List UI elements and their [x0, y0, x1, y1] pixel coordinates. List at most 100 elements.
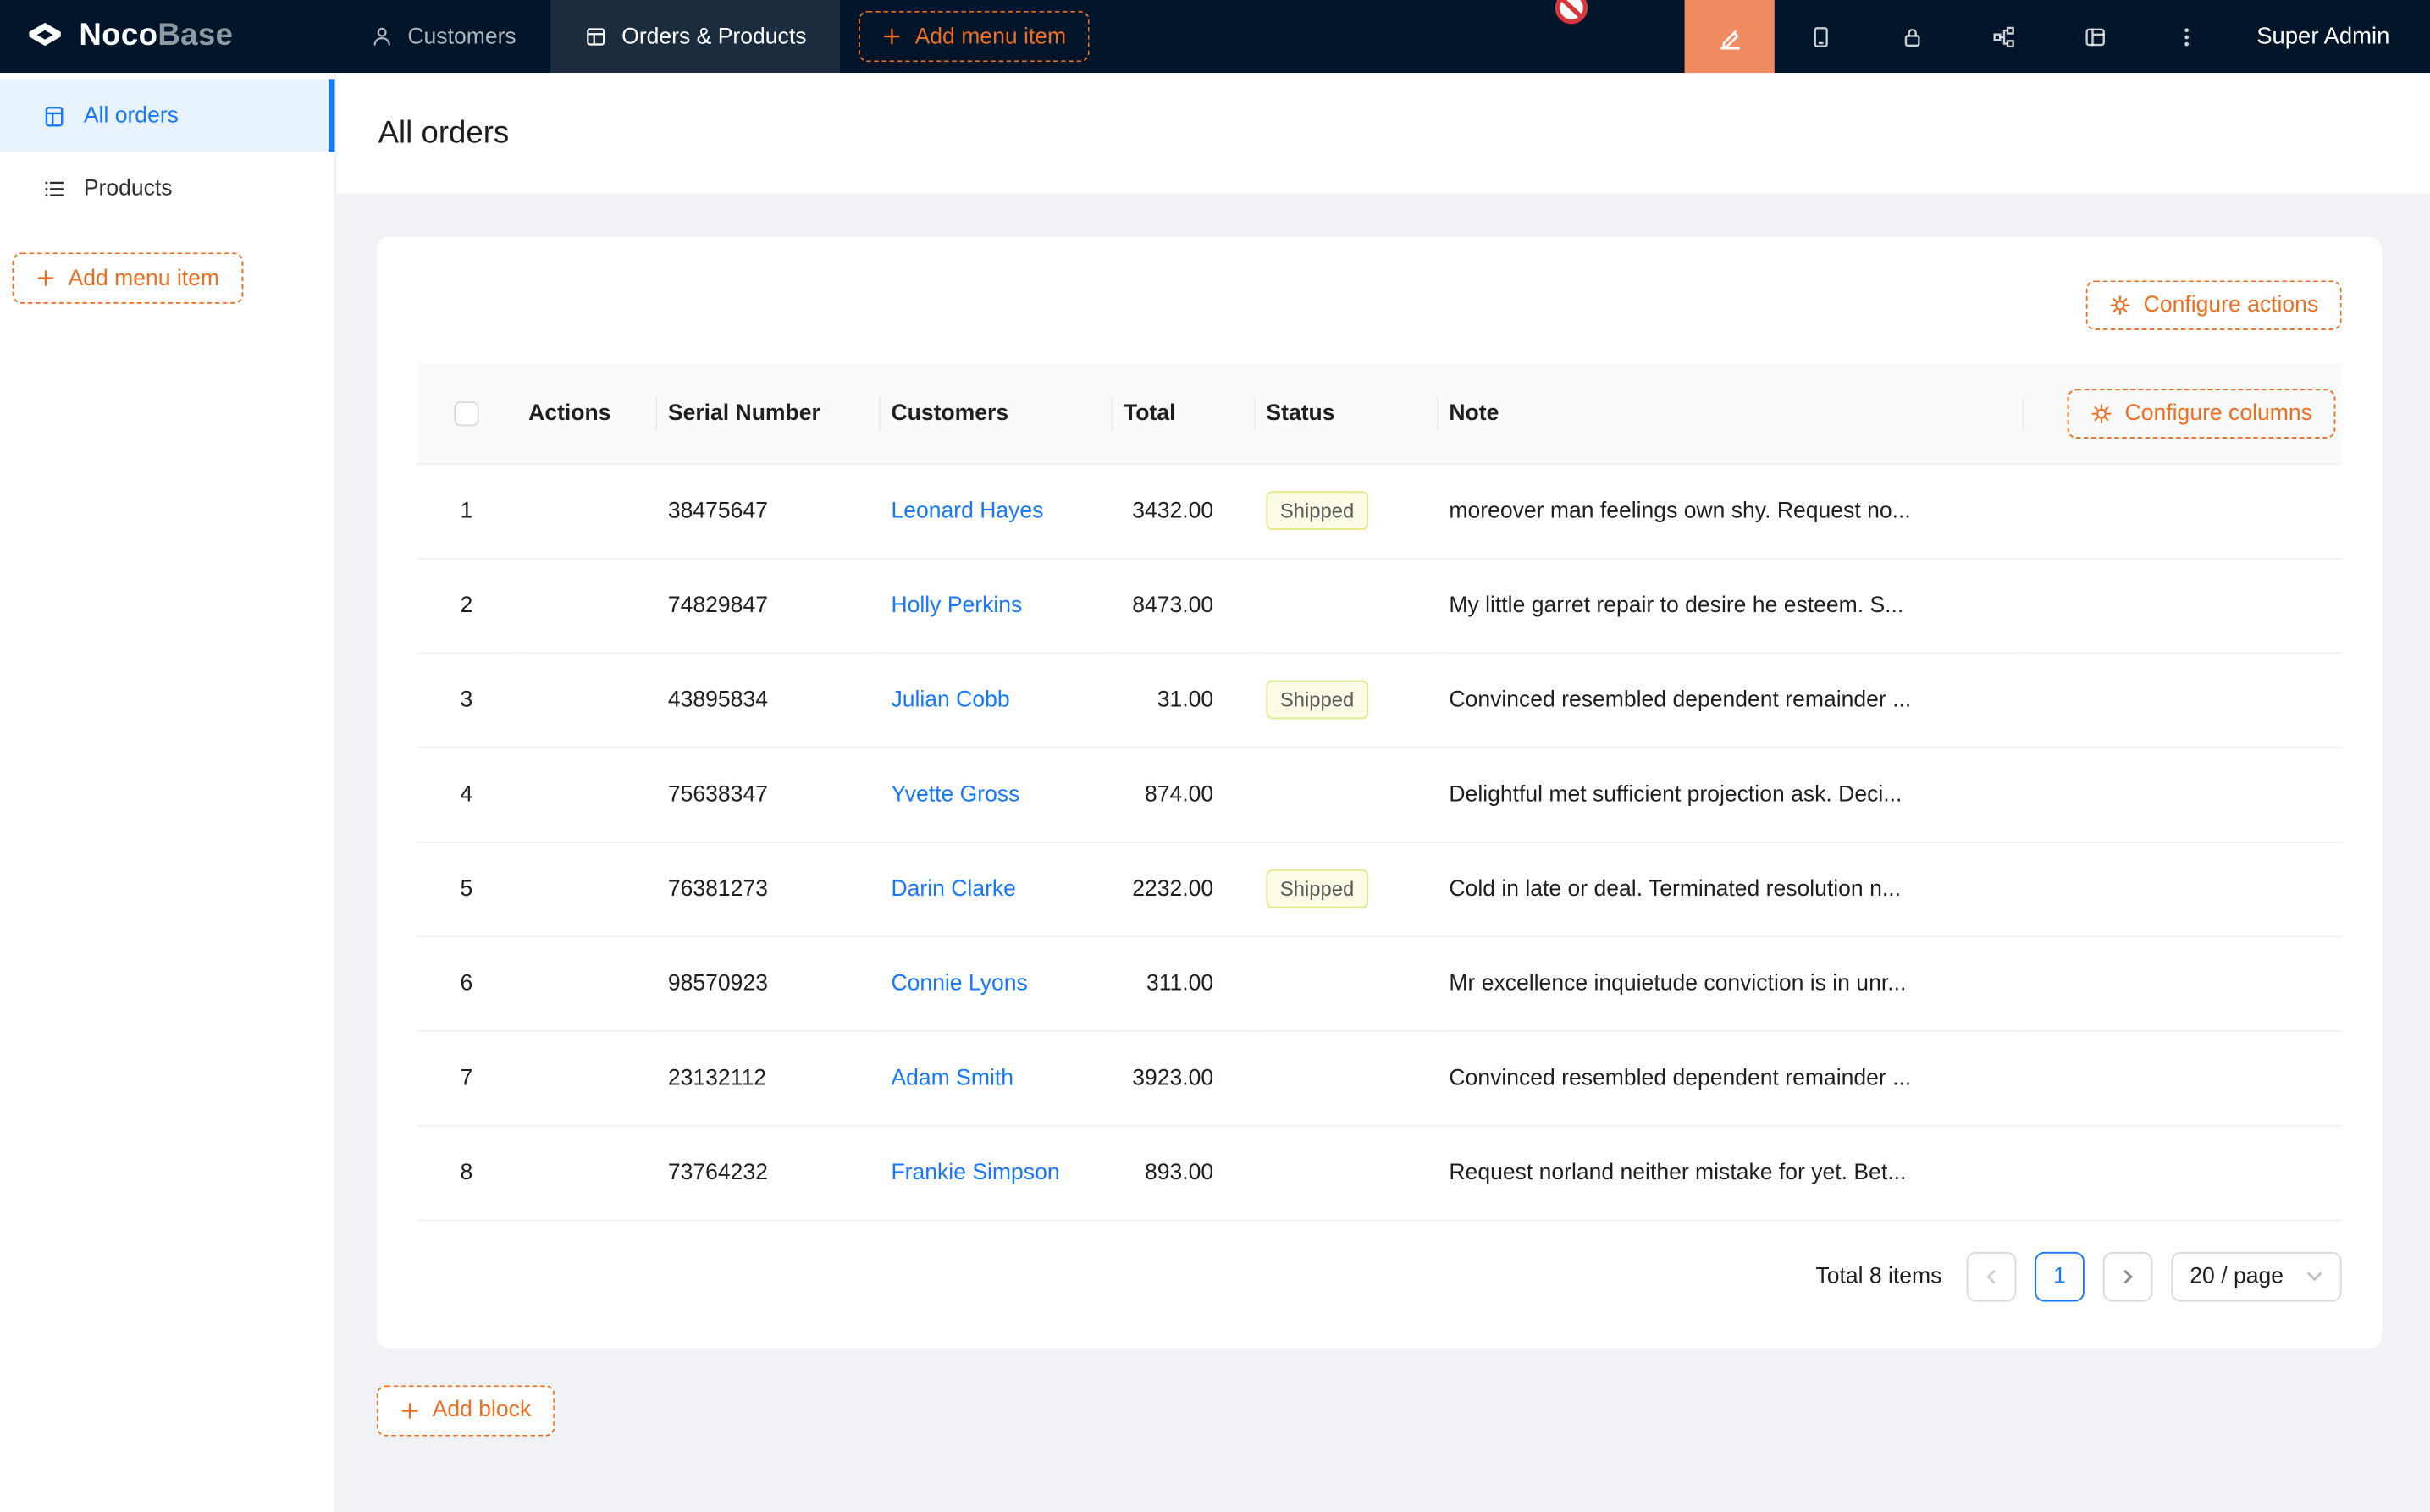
customer-link[interactable]: Darin Clarke: [891, 876, 1016, 901]
orders-page-icon: [41, 103, 66, 128]
chevron-left-icon: [1984, 1268, 1999, 1283]
customer-link[interactable]: Adam Smith: [891, 1065, 1013, 1090]
total-cell: 2232.00: [1111, 842, 1253, 936]
page-header: All orders: [336, 73, 2430, 194]
total-cell: 8473.00: [1111, 558, 1253, 653]
orders-table-card: Configure actions Actions Serial Number: [377, 237, 2382, 1347]
top-navigation: Customers Orders & Products Add menu ite…: [336, 0, 1089, 73]
pagination-page-1[interactable]: 1: [2035, 1251, 2085, 1301]
card-toolbar: Configure actions: [417, 280, 2341, 330]
page-size-select[interactable]: 20 / page: [2171, 1251, 2341, 1301]
serial-cell: 74829847: [655, 558, 879, 653]
layout: All orders Products Add menu item All or…: [0, 73, 2430, 1512]
pagination-next-button[interactable]: [2103, 1251, 2153, 1301]
main-area: All orders Configure actions: [336, 73, 2430, 1512]
column-header-serial: Serial Number: [655, 364, 879, 463]
row-actions-cell: [516, 558, 656, 653]
customer-link[interactable]: Holly Perkins: [891, 593, 1022, 617]
select-all-checkbox[interactable]: [454, 401, 478, 426]
row-index: 2: [417, 558, 516, 653]
logo-text-primary: Noco: [79, 19, 157, 52]
customer-link[interactable]: Frankie Simpson: [891, 1160, 1059, 1184]
logo-text: NocoBase: [79, 19, 233, 54]
note-cell: My little garret repair to desire he est…: [1437, 558, 2023, 653]
chevron-down-icon: [2306, 1267, 2323, 1284]
nav-tab-customers[interactable]: Customers: [336, 0, 550, 73]
table-row: 1 38475647 Leonard Hayes 3432.00 Shipped…: [417, 463, 2341, 558]
row-actions-cell: [516, 653, 656, 748]
sidebar-item-label: All orders: [84, 103, 179, 128]
configure-columns-label: Configure columns: [2125, 401, 2312, 426]
sidebar-item-products[interactable]: Products: [0, 152, 334, 224]
customer-link[interactable]: Connie Lyons: [891, 971, 1027, 996]
note-cell: Convinced resembled dependent remainder …: [1437, 653, 2023, 748]
user-name: Super Admin: [2256, 23, 2389, 49]
serial-cell: 98570923: [655, 936, 879, 1031]
pagination-prev-button[interactable]: [1967, 1251, 2017, 1301]
column-header-customers: Customers: [879, 364, 1112, 463]
topbar-actions: Super Admin: [1685, 0, 2430, 73]
add-block-button[interactable]: Add block: [377, 1384, 555, 1435]
screen: NocoBase Customers Orders & Products Add…: [0, 0, 2430, 1512]
add-menu-item-label: Add menu item: [915, 24, 1067, 48]
chevron-right-icon: [2120, 1268, 2135, 1283]
column-header-actions: Actions: [516, 364, 656, 463]
ui-editor-button[interactable]: [1685, 0, 1775, 73]
column-header-total: Total: [1111, 364, 1253, 463]
table-row: 8 73764232 Frankie Simpson 893.00 Reques…: [417, 1125, 2341, 1220]
note-cell: Delightful met sufficient projection ask…: [1437, 747, 2023, 842]
serial-cell: 75638347: [655, 747, 879, 842]
lock-button[interactable]: [1866, 0, 1958, 73]
mobile-preview-button[interactable]: [1775, 0, 1866, 73]
sidebar-item-label: Products: [84, 176, 173, 201]
lock-icon: [1899, 24, 1924, 48]
customer-link[interactable]: Julian Cobb: [891, 687, 1009, 712]
add-menu-item-button-sidebar[interactable]: Add menu item: [13, 252, 243, 303]
plus-icon: [882, 26, 903, 47]
row-actions-cell: [516, 747, 656, 842]
status-badge: Shipped: [1266, 681, 1367, 720]
row-index: 1: [417, 463, 516, 558]
add-menu-item-button-top[interactable]: Add menu item: [859, 11, 1090, 62]
note-cell: moreover man feelings own shy. Request n…: [1437, 463, 2023, 558]
gear-icon: [2090, 402, 2112, 424]
viewport: NocoBase Customers Orders & Products Add…: [0, 0, 2430, 1512]
api-button[interactable]: [1958, 0, 2049, 73]
no-drop-cursor-icon: [1555, 0, 1588, 25]
page-title: All orders: [378, 115, 510, 151]
nav-tab-orders-products[interactable]: Orders & Products: [550, 0, 841, 73]
highlighter-icon: [1716, 23, 1742, 49]
status-badge: Shipped: [1266, 869, 1367, 908]
configure-columns-button[interactable]: Configure columns: [2068, 389, 2335, 439]
row-index: 5: [417, 842, 516, 936]
add-menu-item-label: Add menu item: [69, 266, 220, 290]
row-index: 4: [417, 747, 516, 842]
content: Configure actions Actions Serial Number: [336, 194, 2430, 1436]
row-actions-cell: [516, 463, 656, 558]
row-actions-cell: [516, 1125, 656, 1220]
api-nodes-icon: [1991, 24, 2015, 48]
row-actions-cell: [516, 842, 656, 936]
nocobase-logo-icon: [25, 16, 65, 57]
more-button[interactable]: [2140, 0, 2232, 73]
note-cell: Mr excellence inquietude conviction is i…: [1437, 936, 2023, 1031]
table-row: 2 74829847 Holly Perkins 8473.00 My litt…: [417, 558, 2341, 653]
serial-cell: 73764232: [655, 1125, 879, 1220]
customer-link[interactable]: Yvette Gross: [891, 781, 1019, 806]
table-icon: [584, 25, 607, 47]
table-header-row: Actions Serial Number Customers Total St…: [417, 364, 2341, 463]
customer-link[interactable]: Leonard Hayes: [891, 498, 1043, 522]
configure-actions-button[interactable]: Configure actions: [2086, 280, 2342, 330]
column-header-note: Note: [1437, 364, 2023, 463]
table-row: 5 76381273 Darin Clarke 2232.00 Shipped …: [417, 842, 2341, 936]
total-cell: 3432.00: [1111, 463, 1253, 558]
sidebar-item-all-orders[interactable]: All orders: [0, 79, 334, 152]
layout-button[interactable]: [2049, 0, 2140, 73]
kebab-menu-icon: [2173, 24, 2198, 48]
app-logo[interactable]: NocoBase: [0, 0, 336, 73]
topbar: NocoBase Customers Orders & Products Add…: [0, 0, 2430, 73]
user-menu[interactable]: Super Admin: [2232, 0, 2430, 73]
sidebar: All orders Products Add menu item: [0, 73, 336, 1512]
pagination-total: Total 8 items: [1815, 1264, 1941, 1289]
column-header-status: Status: [1254, 364, 1437, 463]
